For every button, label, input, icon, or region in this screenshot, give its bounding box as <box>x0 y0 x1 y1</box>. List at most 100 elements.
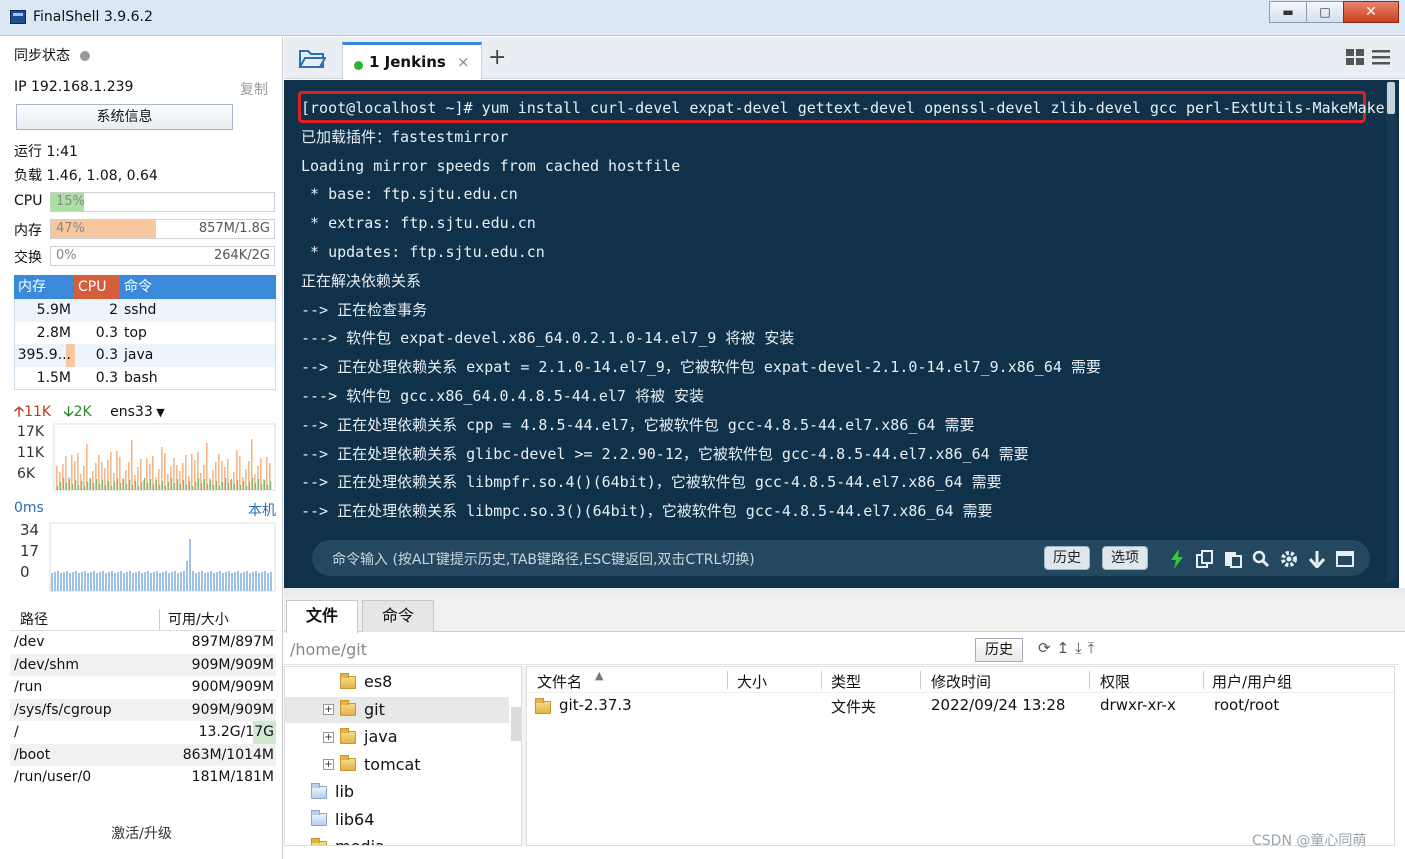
expand-icon[interactable]: + <box>323 759 334 770</box>
download-arrow-icon[interactable] <box>1306 548 1327 569</box>
file-manager-tabs: 文件 命令 <box>284 596 1405 633</box>
disk-row[interactable]: /run 900M/909M <box>10 676 276 699</box>
load-average: 负载 1.46, 1.08, 0.64 <box>14 168 158 184</box>
file-name: git-2.37.3 <box>559 696 632 714</box>
options-button[interactable]: 选项 <box>1102 546 1148 570</box>
ping-bar <box>90 572 92 591</box>
terminal[interactable]: [root@localhost ~]# yum install curl-dev… <box>284 80 1399 588</box>
disk-row[interactable]: /sys/fs/cgroup 909M/909M <box>10 698 276 721</box>
tree-scrollbar[interactable] <box>511 707 521 741</box>
col-permissions[interactable]: 权限 <box>1100 671 1130 692</box>
path-history-button[interactable]: 历史 <box>975 638 1023 662</box>
chevron-down-icon[interactable]: ▼ <box>153 406 164 419</box>
terminal-scroll-thumb[interactable] <box>1387 82 1395 114</box>
close-button[interactable]: ✕ <box>1343 1 1399 23</box>
disk-row[interactable]: / 13.2G/17G <box>10 721 276 744</box>
net-download-bar <box>111 486 113 490</box>
paste-icon[interactable] <box>1222 548 1243 569</box>
folder-open-icon[interactable] <box>298 47 326 69</box>
ping-header: 0ms 本机 <box>14 500 276 519</box>
terminal-scrollbar[interactable] <box>1386 82 1396 582</box>
add-tab-button[interactable]: + <box>488 45 506 70</box>
panel-splitter[interactable] <box>284 588 1405 596</box>
tree-node-label: lib64 <box>335 809 375 829</box>
disk-path-header[interactable]: 路径 <box>10 609 160 630</box>
net-upload-bar <box>218 454 220 490</box>
col-owner[interactable]: 用户/用户组 <box>1212 671 1292 692</box>
disk-row[interactable]: /dev 897M/897M <box>10 631 276 654</box>
ping-bar <box>261 572 263 591</box>
folder-icon <box>340 672 356 689</box>
process-mem-header[interactable]: 内存 <box>14 275 74 299</box>
disk-path: /sys/fs/cgroup <box>14 701 112 718</box>
grid-layout-icon[interactable] <box>1345 48 1365 66</box>
tree-node[interactable]: lib <box>285 779 509 805</box>
ping-bar <box>63 572 65 591</box>
tree-node[interactable]: media <box>285 834 509 845</box>
command-input[interactable]: 命令输入 (按ALT键提示历史,TAB键路径,ESC键返回,双击CTRL切换) … <box>312 540 1370 576</box>
net-upload-bar <box>191 454 193 490</box>
col-size[interactable]: 大小 <box>737 671 767 692</box>
col-type[interactable]: 类型 <box>831 671 861 692</box>
activate-upgrade-link[interactable]: 激活/升级 <box>0 823 283 843</box>
disk-row[interactable]: /dev/shm 909M/909M <box>10 653 276 676</box>
ping-bar <box>96 573 98 591</box>
ping-bar <box>54 572 56 591</box>
col-modified[interactable]: 修改时间 <box>931 671 991 692</box>
tree-node[interactable]: es8 <box>285 669 509 695</box>
disk-size-header[interactable]: 可用/大小 <box>160 609 276 630</box>
maximize-button[interactable]: □ <box>1306 1 1344 23</box>
tree-node[interactable]: + java <box>285 724 509 750</box>
terminal-output-line: 正在解决依赖关系 <box>301 271 422 290</box>
system-info-button[interactable]: 系统信息 <box>16 104 233 130</box>
close-tab-icon[interactable]: × <box>457 53 470 71</box>
net-download-bar <box>228 483 230 490</box>
expand-icon[interactable]: + <box>323 704 334 715</box>
net-upload-bar <box>110 452 112 490</box>
process-cmd-header[interactable]: 命令 <box>120 275 276 299</box>
gear-icon[interactable] <box>1278 548 1299 569</box>
search-icon[interactable] <box>1250 548 1271 569</box>
session-tab-jenkins[interactable]: 1 Jenkins × <box>342 42 482 79</box>
disk-row[interactable]: /boot 863M/1014M <box>10 743 276 766</box>
go-up-icon[interactable]: ↥ <box>1057 639 1070 657</box>
command-input-placeholder: 命令输入 (按ALT键提示历史,TAB键路径,ESC键返回,双击CTRL切换) <box>332 552 755 568</box>
meter-capacity: 264K/2G <box>213 248 270 263</box>
tree-node-label: git <box>364 699 385 719</box>
copy-ip-link[interactable]: 复制 <box>240 79 268 99</box>
process-row[interactable]: 5.9M 2 sshd <box>15 299 275 322</box>
tree-node[interactable]: lib64 <box>285 807 509 833</box>
process-row[interactable]: 1.5M 0.3 bash <box>15 367 275 390</box>
lightning-icon[interactable] <box>1166 548 1187 569</box>
file-row[interactable]: git-2.37.3 文件夹 2022/09/24 13:28 drwxr-xr… <box>527 693 1396 719</box>
upload-icon[interactable]: ⤒ <box>1088 639 1095 657</box>
copy-icon[interactable] <box>1194 548 1215 569</box>
process-row[interactable]: 2.8M 0.3 top <box>15 322 275 345</box>
tab-commands[interactable]: 命令 <box>362 600 434 632</box>
expand-icon[interactable]: + <box>323 731 334 743</box>
network-interface-select[interactable]: ens33 <box>110 404 153 420</box>
tree-node[interactable]: + git <box>285 696 509 723</box>
process-row[interactable]: 395.9... 0.3 java <box>15 344 275 367</box>
path-bar: /home/git 历史 ⟳ ↥ ⤓ ⤒ <box>284 633 1399 665</box>
ping-bar <box>249 573 251 591</box>
net-download-bar <box>144 478 146 490</box>
refresh-icon[interactable]: ⟳ <box>1038 639 1051 657</box>
window-icon[interactable] <box>1334 548 1355 569</box>
download-icon[interactable]: ⤓ <box>1075 639 1082 657</box>
col-filename[interactable]: 文件名 <box>537 671 582 692</box>
path-input[interactable]: /home/git <box>290 640 367 659</box>
history-button[interactable]: 历史 <box>1044 546 1090 570</box>
connected-status-icon <box>354 61 363 70</box>
disk-row[interactable]: /run/user/0 181M/181M <box>10 766 276 789</box>
ping-target-local[interactable]: 本机 <box>248 500 276 520</box>
tree-node[interactable]: + tomcat <box>285 752 509 778</box>
process-mem: 1.5M <box>36 369 71 386</box>
ping-bar <box>66 571 68 591</box>
process-cpu-header[interactable]: CPU <box>74 275 120 299</box>
tab-files[interactable]: 文件 <box>286 600 358 633</box>
menu-icon[interactable] <box>1371 48 1391 66</box>
network-chart: 17K 11K 6K <box>17 423 276 491</box>
minimize-button[interactable]: ▬ <box>1269 1 1307 23</box>
tree-node-label: lib <box>335 782 355 801</box>
